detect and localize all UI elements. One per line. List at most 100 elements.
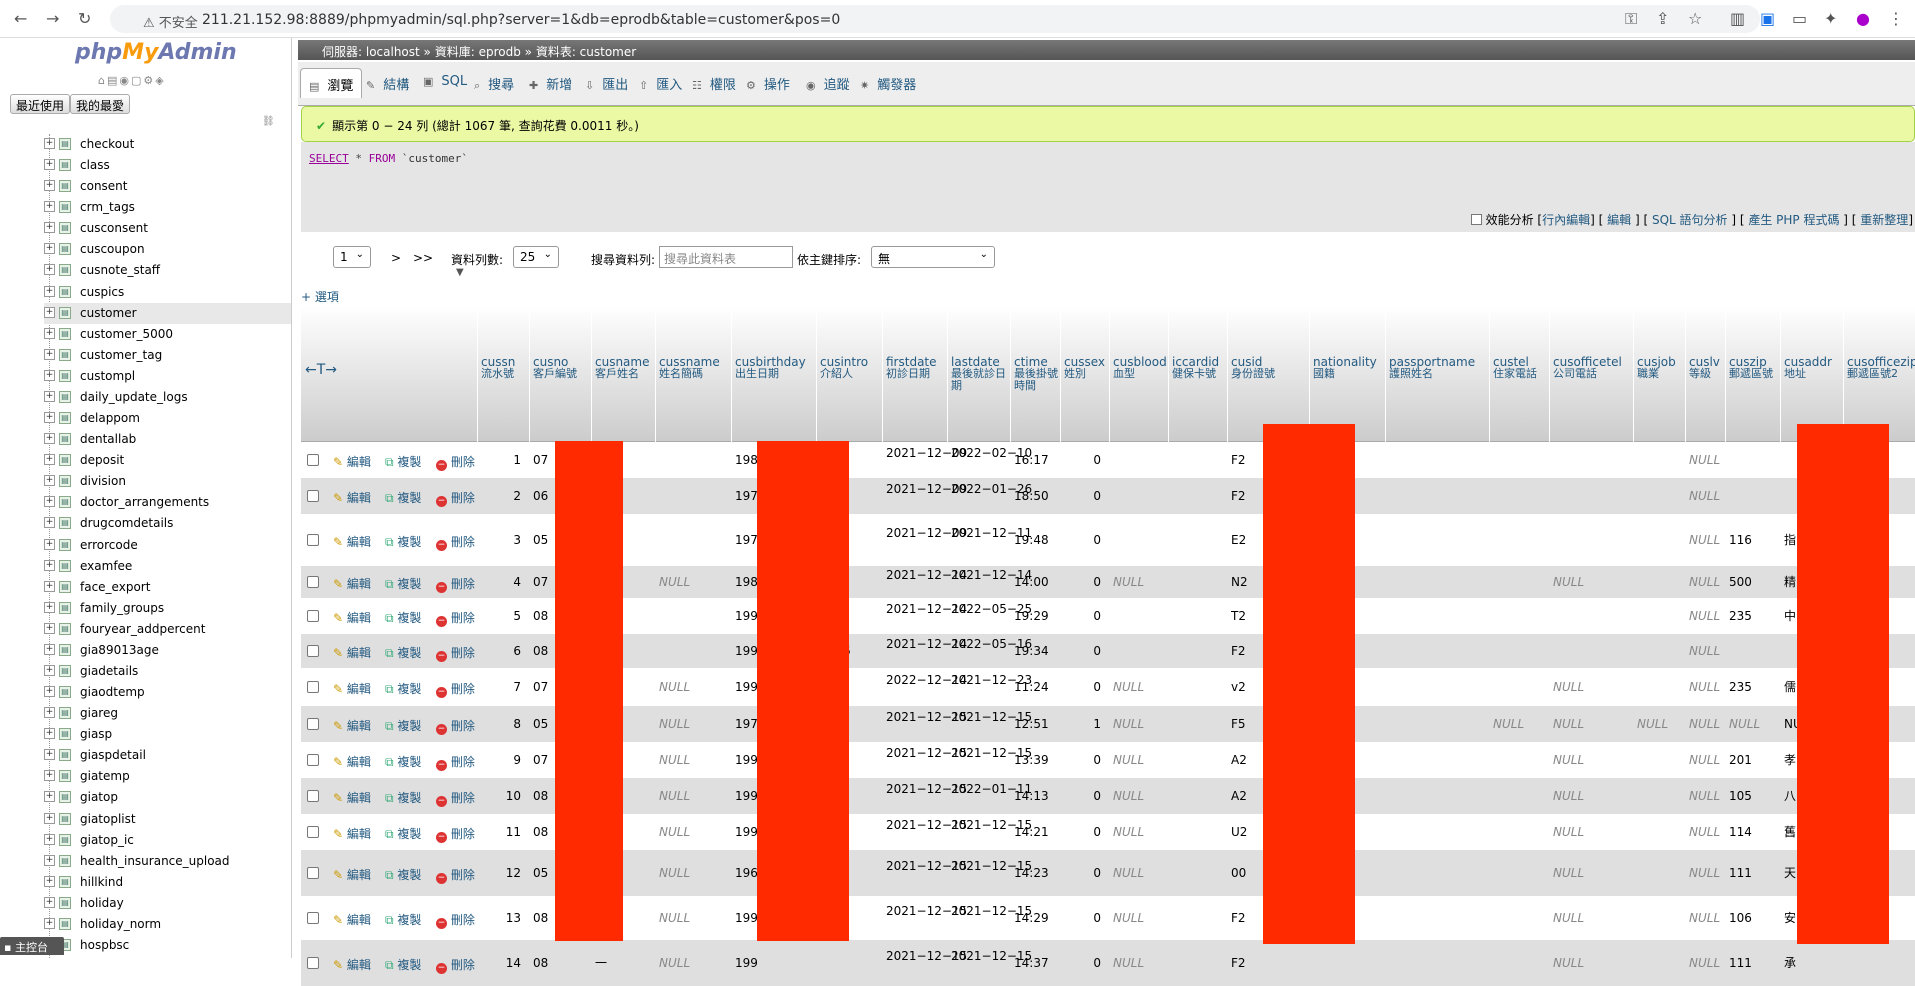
expand-icon[interactable]: + bbox=[44, 707, 55, 719]
row-checkbox[interactable] bbox=[307, 576, 319, 588]
cell-zip[interactable]: 106 bbox=[1729, 911, 1780, 925]
cell-sex[interactable]: 0 bbox=[1064, 533, 1101, 547]
edit-row-button[interactable]: ✎ 編輯 bbox=[333, 911, 371, 928]
table-icon[interactable]: ▤ bbox=[59, 348, 71, 361]
cell-sn[interactable]: 4 bbox=[481, 575, 521, 589]
cell-lv[interactable]: NULL bbox=[1689, 575, 1725, 589]
cell-first[interactable]: 2021−12−09 bbox=[886, 446, 967, 460]
cell-lv[interactable]: NULL bbox=[1689, 956, 1725, 970]
expand-icon[interactable]: + bbox=[44, 222, 55, 234]
table-icon[interactable]: ▤ bbox=[59, 327, 71, 340]
column-header-cusblood[interactable]: cusblood 血型 bbox=[1113, 356, 1167, 380]
column-header-passportname[interactable]: passportname 護照姓名 bbox=[1389, 356, 1487, 380]
expand-icon[interactable]: + bbox=[44, 285, 55, 297]
cell-first[interactable]: 2021−12−15 bbox=[886, 949, 967, 963]
cell-lv[interactable]: NULL bbox=[1689, 717, 1725, 731]
cell-sex[interactable]: 0 bbox=[1064, 866, 1101, 880]
table-icon[interactable]: ▤ bbox=[59, 559, 71, 572]
edit-row-button[interactable]: ✎ 編輯 bbox=[333, 533, 371, 550]
expand-icon[interactable]: + bbox=[44, 791, 55, 803]
sidebar-item-giatemp[interactable]: + ▤ giatemp bbox=[44, 766, 291, 787]
sidebar-item-giadetails[interactable]: + ▤ giadetails bbox=[44, 661, 291, 682]
sidebar-item-label[interactable]: cusnote_staff bbox=[80, 263, 160, 277]
expand-icon[interactable]: + bbox=[44, 412, 55, 424]
edit-row-button[interactable]: ✎ 編輯 bbox=[333, 753, 371, 770]
sidebar-item-deposit[interactable]: + ▤ deposit bbox=[44, 450, 291, 471]
cell-zip[interactable]: 111 bbox=[1729, 956, 1780, 970]
delete-row-button[interactable]: − 刪除 bbox=[436, 489, 475, 507]
sidebar-item-label[interactable]: examfee bbox=[80, 559, 132, 573]
cell-zip[interactable]: 111 bbox=[1729, 866, 1780, 880]
cell-ctime[interactable]: 12:51 bbox=[1014, 717, 1060, 731]
table-icon[interactable]: ▤ bbox=[59, 728, 71, 741]
sidebar-item-label[interactable]: cuspics bbox=[80, 285, 124, 299]
cell-zip[interactable]: 201 bbox=[1729, 753, 1780, 767]
copy-row-button[interactable]: ⧉ 複製 bbox=[385, 609, 421, 626]
sidebar-item-label[interactable]: giatemp bbox=[80, 769, 130, 783]
cell-sex[interactable]: 0 bbox=[1064, 911, 1101, 925]
sidebar-item-face_export[interactable]: + ▤ face_export bbox=[44, 577, 291, 598]
sort-arrow-icon[interactable]: ▼ bbox=[456, 267, 464, 278]
cell-officetel[interactable]: NULL bbox=[1553, 717, 1633, 731]
row-checkbox[interactable] bbox=[307, 826, 319, 838]
sidebar-item-custompl[interactable]: + ▤ custompl bbox=[44, 366, 291, 387]
sidebar-item-crm_tags[interactable]: + ▤ crm_tags bbox=[44, 197, 291, 218]
recent-button[interactable]: 最近使用 bbox=[10, 94, 71, 114]
delete-row-button[interactable]: − 刪除 bbox=[436, 866, 475, 884]
tab-6[interactable]: ⇧ 匯入 bbox=[631, 68, 690, 98]
edit-row-button[interactable]: ✎ 編輯 bbox=[333, 489, 371, 506]
explain-link[interactable]: SQL 語句分析 bbox=[1652, 213, 1728, 227]
sidebar-item-label[interactable]: hillkind bbox=[80, 875, 123, 889]
cell-lv[interactable]: NULL bbox=[1689, 753, 1725, 767]
cell-sex[interactable]: 0 bbox=[1064, 644, 1101, 658]
column-header-lastdate[interactable]: lastdate 最後就診日期 bbox=[951, 356, 1008, 392]
sidebar-item-holiday[interactable]: + ▤ holiday bbox=[44, 893, 291, 914]
expand-icon[interactable]: + bbox=[44, 496, 55, 508]
cell-last[interactable]: 2021−12−15 bbox=[951, 818, 1032, 832]
cell-sex[interactable]: 0 bbox=[1064, 680, 1101, 694]
sidebar-item-giatoplist[interactable]: + ▤ giatoplist bbox=[44, 809, 291, 830]
edit-row-button[interactable]: ✎ 編輯 bbox=[333, 575, 371, 592]
delete-row-button[interactable]: − 刪除 bbox=[436, 680, 475, 698]
table-icon[interactable]: ▤ bbox=[59, 770, 71, 783]
sidebar-item-label[interactable]: dentallab bbox=[80, 432, 136, 446]
copy-row-button[interactable]: ⧉ 複製 bbox=[385, 956, 421, 973]
cell-sname[interactable]: NULL bbox=[659, 753, 731, 767]
sidebar-item-label[interactable]: doctor_arrangements bbox=[80, 495, 209, 509]
sidebar-item-label[interactable]: deposit bbox=[80, 453, 124, 467]
expand-icon[interactable]: + bbox=[44, 896, 55, 908]
cell-blood[interactable]: NULL bbox=[1113, 956, 1168, 970]
table-icon[interactable]: ▤ bbox=[59, 138, 71, 150]
sidebar-item-label[interactable]: class bbox=[80, 158, 110, 172]
row-checkbox[interactable] bbox=[307, 610, 319, 622]
cell-lv[interactable]: NULL bbox=[1689, 453, 1725, 467]
delete-row-button[interactable]: − 刪除 bbox=[436, 753, 475, 771]
expand-icon[interactable]: + bbox=[44, 327, 55, 339]
sidebar-item-label[interactable]: errorcode bbox=[80, 538, 138, 552]
sidebar-item-label[interactable]: giaodtemp bbox=[80, 685, 145, 699]
cell-sex[interactable]: 0 bbox=[1064, 753, 1101, 767]
cell-last[interactable]: 2021−12−14 bbox=[951, 568, 1032, 582]
row-checkbox[interactable] bbox=[307, 957, 319, 969]
cell-sname[interactable]: NULL bbox=[659, 717, 731, 731]
expand-icon[interactable]: + bbox=[44, 369, 55, 381]
cell-last[interactable]: 2021−12−15 bbox=[951, 904, 1032, 918]
sidebar-item-hospbsc[interactable]: +▤hospbsc bbox=[44, 935, 291, 956]
sidebar-item-family_groups[interactable]: + ▤ family_groups bbox=[44, 598, 291, 619]
delete-row-button[interactable]: − 刪除 bbox=[436, 533, 475, 551]
table-icon[interactable]: ▤ bbox=[59, 643, 71, 656]
cell-sname[interactable]: NULL bbox=[659, 956, 731, 970]
tab-0[interactable]: ▤ 瀏覽 bbox=[300, 68, 363, 98]
sidebar-item-label[interactable]: health_insurance_upload bbox=[80, 854, 230, 868]
cell-blood[interactable]: NULL bbox=[1113, 753, 1168, 767]
cell-first[interactable]: 2021−12−15 bbox=[886, 818, 967, 832]
cell-first[interactable]: 2021−12−14 bbox=[886, 637, 967, 651]
sidebar-item-label[interactable]: cuscoupon bbox=[80, 242, 145, 256]
column-header-nationality[interactable]: nationality 國籍 bbox=[1313, 356, 1383, 380]
cell-last[interactable]: 2021−12−23 bbox=[951, 673, 1032, 687]
table-icon[interactable]: ▤ bbox=[59, 896, 71, 909]
sidebar-item-label[interactable]: consent bbox=[80, 179, 128, 193]
column-header-firstdate[interactable]: firstdate 初診日期 bbox=[886, 356, 945, 380]
sidebar-item-giaspdetail[interactable]: + ▤ giaspdetail bbox=[44, 745, 291, 766]
table-icon[interactable]: ▤ bbox=[59, 875, 71, 888]
